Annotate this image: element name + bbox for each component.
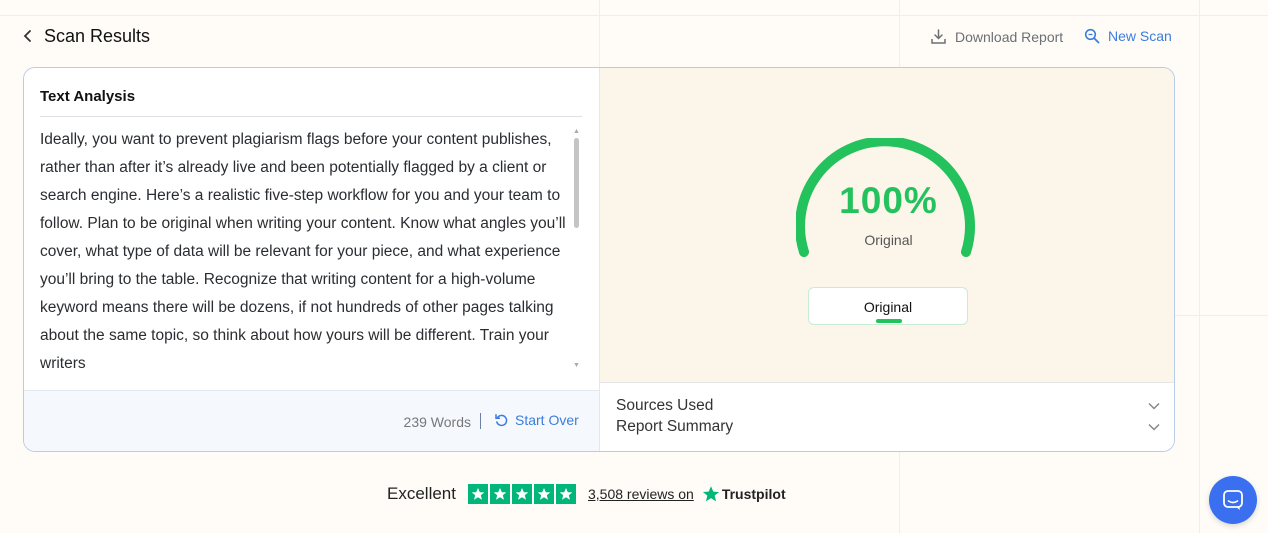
trustpilot-star-icon <box>702 486 719 502</box>
divider <box>480 413 481 429</box>
score-panel: 100% Original Original Sources Used Repo… <box>599 68 1174 451</box>
report-summary-toggle[interactable]: Report Summary <box>616 418 1161 440</box>
chevron-left-icon <box>23 30 31 42</box>
sources-used-toggle[interactable]: Sources Used <box>616 397 1161 419</box>
chevron-down-icon <box>1148 423 1160 431</box>
text-analysis-panel: Text Analysis Ideally, you want to preve… <box>24 68 599 451</box>
chevron-down-icon <box>1148 402 1160 410</box>
bg-grid-line <box>1199 0 1200 533</box>
bg-grid-line <box>1175 315 1268 316</box>
new-scan-button[interactable]: New Scan <box>1084 28 1172 44</box>
originality-score: 100% <box>839 180 938 221</box>
divider <box>40 116 582 117</box>
originality-label: Original <box>864 232 913 248</box>
text-analysis-footer: 239 Words Start Over <box>24 390 599 451</box>
start-over-label: Start Over <box>515 412 579 428</box>
trustpilot-brand: Trustpilot <box>721 486 786 502</box>
trustpilot-logo[interactable]: Trustpilot <box>702 485 786 503</box>
rating-word: Excellent <box>387 484 456 503</box>
trustpilot-rating: Excellent 3,508 reviews on Trustpilot <box>387 481 786 507</box>
star-icon <box>489 484 510 504</box>
scroll-thumb[interactable] <box>574 138 579 228</box>
download-report-label: Download Report <box>955 28 1064 45</box>
download-report-button[interactable]: Download Report <box>930 28 1063 45</box>
report-summary-label: Report Summary <box>616 418 734 435</box>
word-count: 239 Words <box>403 414 471 430</box>
star-icon <box>533 484 554 504</box>
scan-search-icon <box>1084 28 1100 44</box>
result-status-tab[interactable]: Original <box>808 287 968 325</box>
back-button[interactable] <box>18 26 38 46</box>
text-analysis-title: Text Analysis <box>40 88 136 105</box>
new-scan-label: New Scan <box>1108 28 1172 44</box>
start-over-button[interactable]: Start Over <box>494 412 579 428</box>
score-area: 100% Original Original <box>599 68 1174 382</box>
result-status-label: Original <box>863 299 913 315</box>
star-icon <box>467 484 488 504</box>
status-indicator <box>876 319 902 323</box>
chat-widget-button[interactable] <box>1209 476 1257 524</box>
star-icon <box>555 484 576 504</box>
scroll-down-arrow-icon[interactable]: ▼ <box>573 362 580 369</box>
scroll-up-arrow-icon[interactable]: ▲ <box>573 128 580 135</box>
reviews-link[interactable]: 3,508 reviews on <box>588 486 694 502</box>
star-rating <box>467 484 576 504</box>
page-header: Scan Results Download Report New Scan <box>0 0 1268 68</box>
page-title: Scan Results <box>44 26 151 46</box>
star-icon <box>511 484 532 504</box>
undo-icon <box>495 413 508 426</box>
text-scrollbar[interactable]: ▲ ▼ <box>573 128 581 373</box>
scan-results-card: Text Analysis Ideally, you want to preve… <box>23 67 1175 452</box>
chat-icon <box>1223 490 1243 510</box>
sources-used-label: Sources Used <box>616 397 714 414</box>
download-icon <box>931 29 946 44</box>
report-accordion: Sources Used Report Summary <box>599 382 1174 451</box>
analyzed-text[interactable]: Ideally, you want to prevent plagiarism … <box>40 126 575 378</box>
